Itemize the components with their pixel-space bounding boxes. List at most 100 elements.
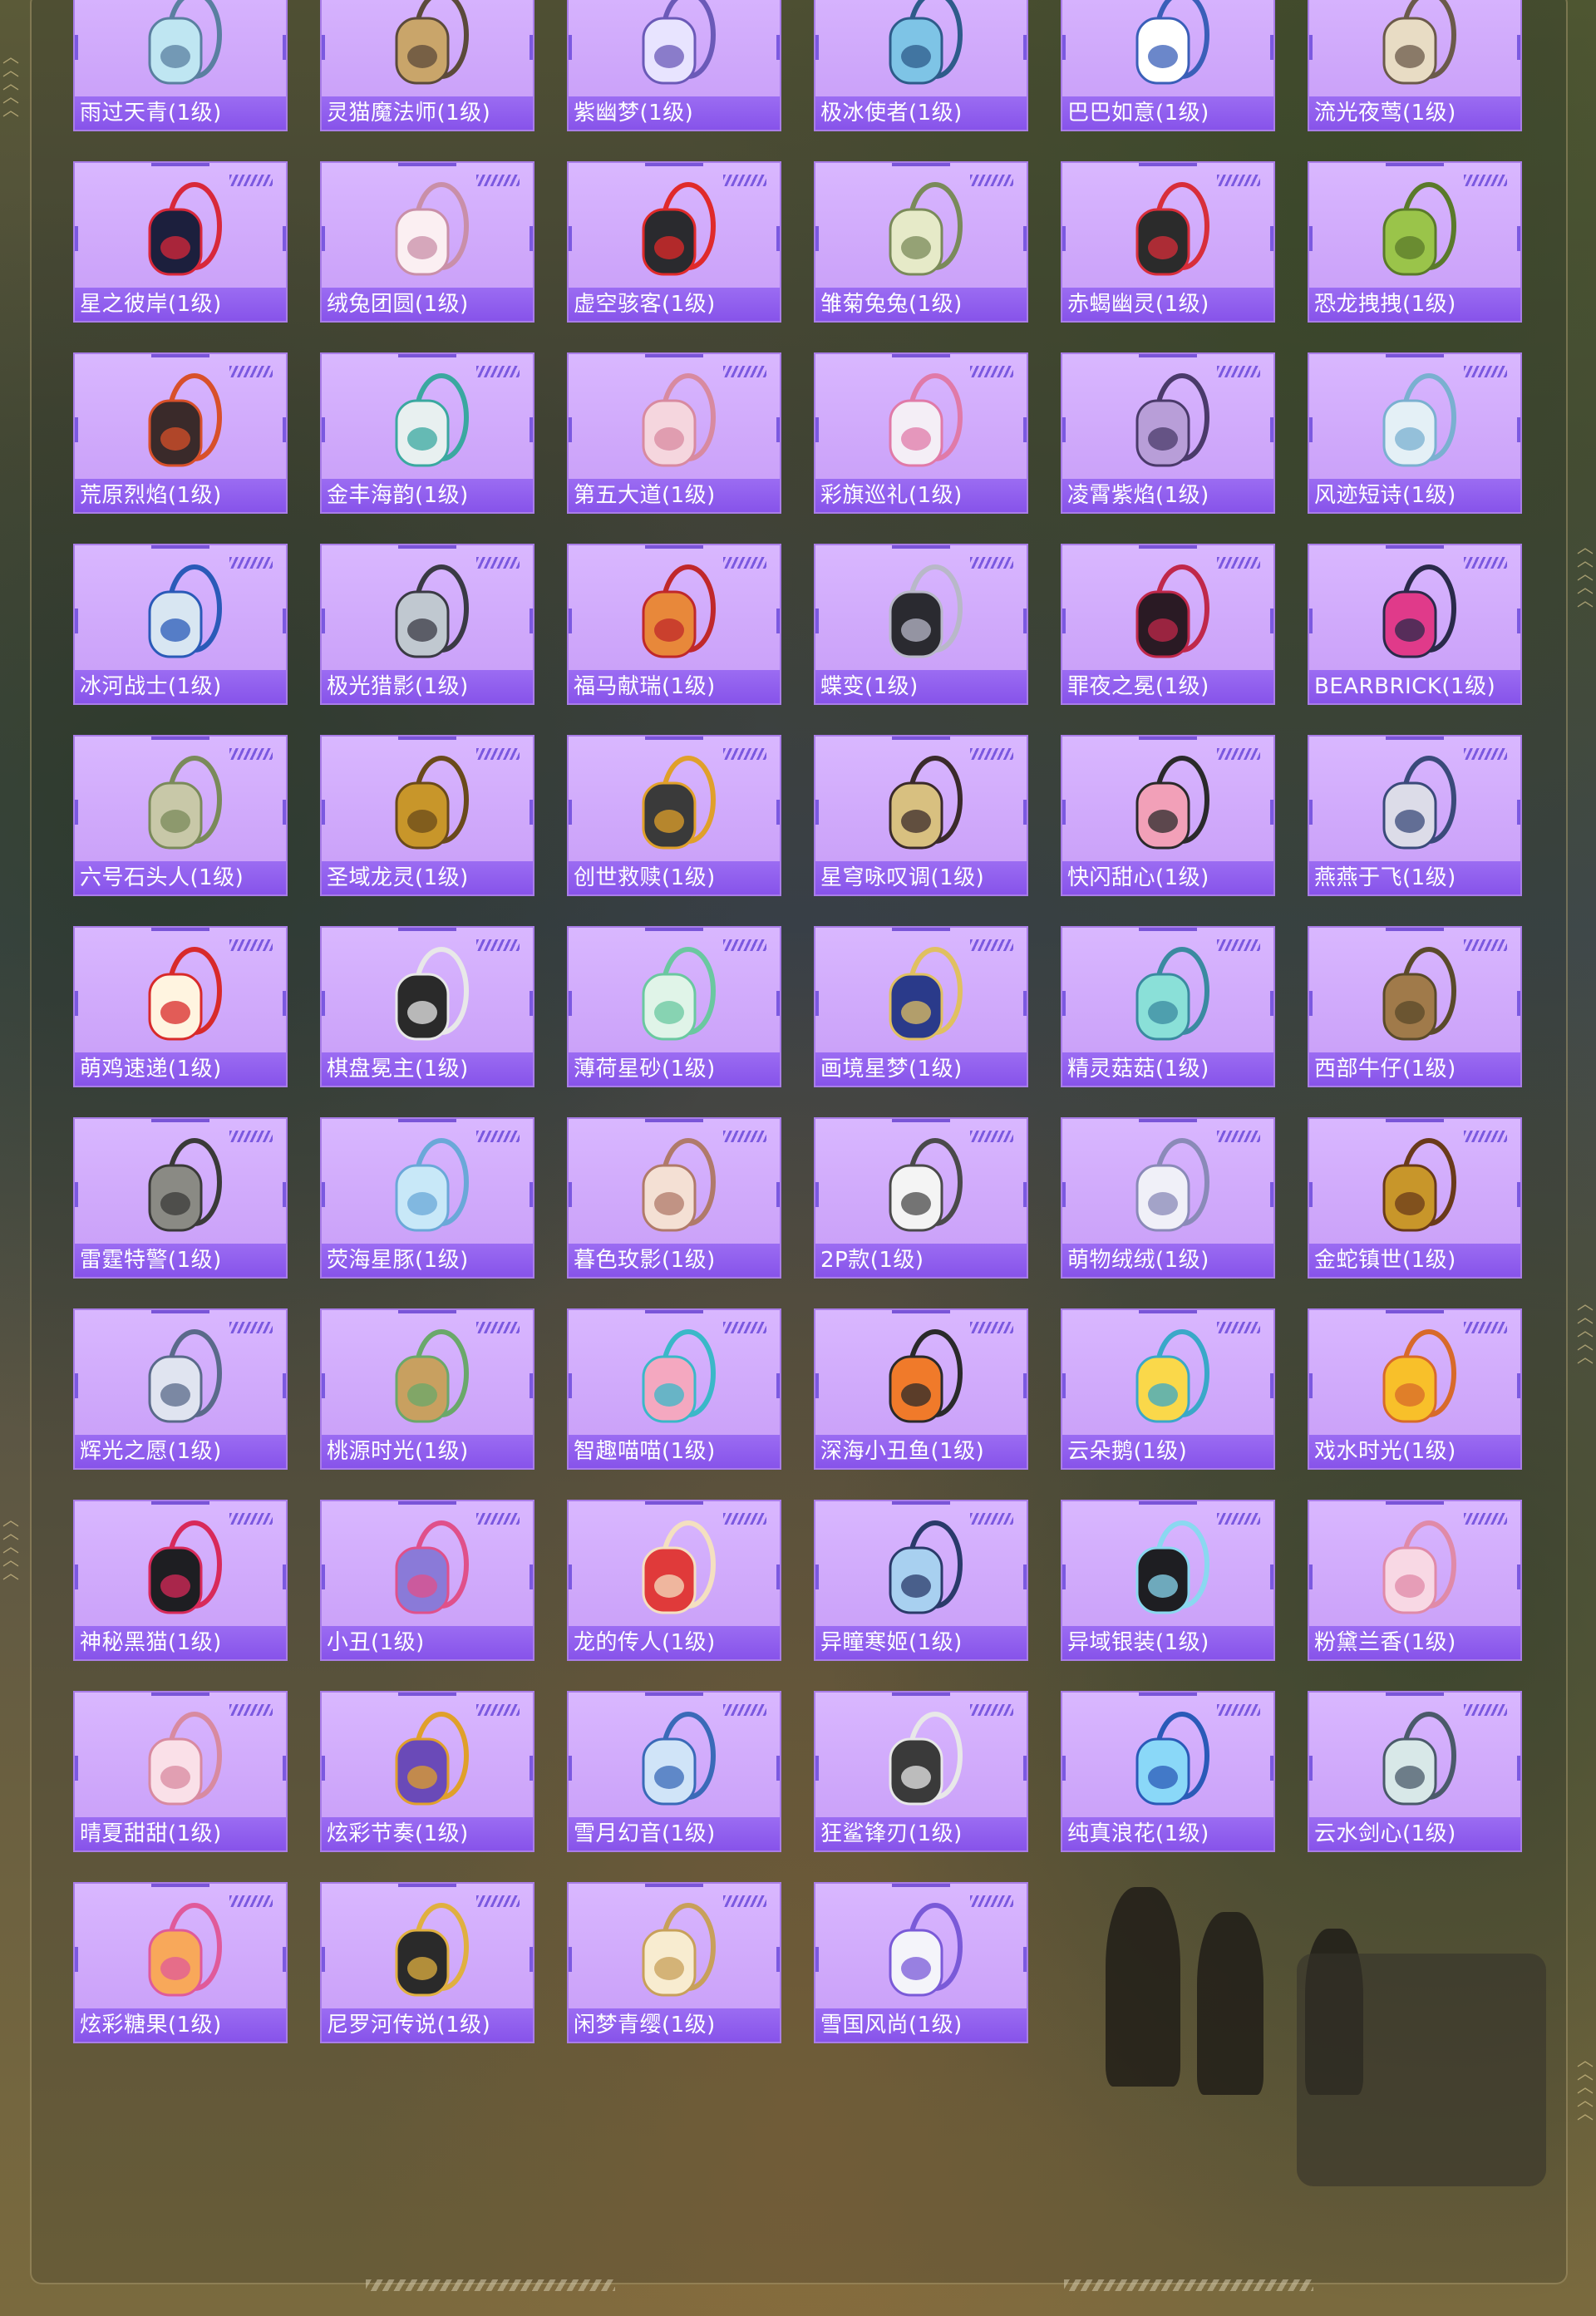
- item-card[interactable]: 萌物绒绒(1级): [1061, 1117, 1275, 1279]
- item-card[interactable]: 福马献瑞(1级): [567, 544, 781, 705]
- item-card[interactable]: 粉黛兰香(1级): [1308, 1500, 1522, 1661]
- item-card[interactable]: 炫彩节奏(1级): [320, 1691, 534, 1852]
- bag-icon: [889, 0, 963, 85]
- item-card[interactable]: 桃源时光(1级): [320, 1308, 534, 1470]
- card-top-accent: [645, 1501, 703, 1505]
- item-name-label: 桃源时光(1级): [322, 1435, 533, 1468]
- item-name-label: 晴夏甜甜(1级): [75, 1817, 286, 1850]
- item-card[interactable]: BEARBRICK(1级): [1308, 544, 1522, 705]
- item-name-label: 福马献瑞(1级): [569, 670, 780, 703]
- item-card[interactable]: 神秘黑猫(1级): [73, 1500, 288, 1661]
- card-stripe-decoration: [229, 1513, 273, 1525]
- item-card[interactable]: 圣域龙灵(1级): [320, 735, 534, 896]
- item-card[interactable]: 冰河战士(1级): [73, 544, 288, 705]
- pocket-shape: [1148, 1383, 1178, 1407]
- item-card[interactable]: 流光夜莺(1级): [1308, 0, 1522, 131]
- item-card[interactable]: 小丑(1级): [320, 1500, 534, 1661]
- card-edge-accent: [1062, 800, 1066, 825]
- item-card[interactable]: 雨过天青(1级): [73, 0, 288, 131]
- item-card[interactable]: 戏水时光(1级): [1308, 1308, 1522, 1470]
- card-edge-accent: [75, 226, 78, 251]
- item-card[interactable]: 创世救赎(1级): [567, 735, 781, 896]
- card-stripe-decoration: [723, 1704, 766, 1716]
- pocket-shape: [901, 1574, 931, 1598]
- item-card[interactable]: 紫幽梦(1级): [567, 0, 781, 131]
- card-edge-accent: [1517, 1565, 1520, 1589]
- item-card[interactable]: 雷霆特警(1级): [73, 1117, 288, 1279]
- card-edge-accent: [1270, 800, 1273, 825]
- item-card[interactable]: 荒原烈焰(1级): [73, 352, 288, 514]
- bag-icon: [1135, 1520, 1209, 1614]
- item-card[interactable]: 2P款(1级): [814, 1117, 1028, 1279]
- item-card[interactable]: 凌霄紫焰(1级): [1061, 352, 1275, 514]
- item-card[interactable]: 异瞳寒姬(1级): [814, 1500, 1028, 1661]
- item-card[interactable]: 炫彩糖果(1级): [73, 1882, 288, 2043]
- item-card[interactable]: 极冰使者(1级): [814, 0, 1028, 131]
- bag-icon: [395, 1903, 469, 1997]
- item-card[interactable]: 赤蝎幽灵(1级): [1061, 161, 1275, 323]
- item-card[interactable]: 快闪甜心(1级): [1061, 735, 1275, 896]
- item-card[interactable]: 龙的传人(1级): [567, 1500, 781, 1661]
- item-card[interactable]: 闲梦青缨(1级): [567, 1882, 781, 2043]
- item-card[interactable]: 金丰海韵(1级): [320, 352, 534, 514]
- item-card[interactable]: 极光猎影(1级): [320, 544, 534, 705]
- item-card[interactable]: 罪夜之冕(1级): [1061, 544, 1275, 705]
- item-card[interactable]: 荧海星豚(1级): [320, 1117, 534, 1279]
- item-card[interactable]: 雪国风尚(1级): [814, 1882, 1028, 2043]
- bag-icon: [889, 1712, 963, 1806]
- bag-icon: [148, 182, 222, 276]
- item-card[interactable]: 智趣喵喵(1级): [567, 1308, 781, 1470]
- item-card[interactable]: 西部牛仔(1级): [1308, 926, 1522, 1087]
- card-edge-accent: [569, 35, 572, 60]
- item-card[interactable]: 画境星梦(1级): [814, 926, 1028, 1087]
- card-edge-accent: [283, 609, 286, 633]
- item-card[interactable]: 第五大道(1级): [567, 352, 781, 514]
- card-stripe-decoration: [1217, 366, 1260, 377]
- item-card[interactable]: 雏菊兔兔(1级): [814, 161, 1028, 323]
- item-card[interactable]: 燕燕于飞(1级): [1308, 735, 1522, 896]
- item-card[interactable]: 星穹咏叹调(1级): [814, 735, 1028, 896]
- item-card[interactable]: 灵猫魔法师(1级): [320, 0, 534, 131]
- item-card[interactable]: 狂鲨锋刃(1级): [814, 1691, 1028, 1852]
- card-top-accent: [1139, 354, 1197, 357]
- item-card[interactable]: 巴巴如意(1级): [1061, 0, 1275, 131]
- item-card[interactable]: 辉光之愿(1级): [73, 1308, 288, 1470]
- item-card[interactable]: 云水剑心(1级): [1308, 1691, 1522, 1852]
- card-stripe-decoration: [476, 939, 520, 951]
- item-name-label: 小丑(1级): [322, 1626, 533, 1659]
- item-card[interactable]: 薄荷星砂(1级): [567, 926, 781, 1087]
- item-card[interactable]: 异域银装(1级): [1061, 1500, 1275, 1661]
- item-card[interactable]: 晴夏甜甜(1级): [73, 1691, 288, 1852]
- item-card[interactable]: 纯真浪花(1级): [1061, 1691, 1275, 1852]
- card-stripe-decoration: [970, 557, 1013, 569]
- card-top-accent: [151, 1501, 209, 1505]
- item-card[interactable]: 深海小丑鱼(1级): [814, 1308, 1028, 1470]
- item-card[interactable]: 彩旗巡礼(1级): [814, 352, 1028, 514]
- item-card[interactable]: 六号石头人(1级): [73, 735, 288, 896]
- item-card[interactable]: 云朵鹅(1级): [1061, 1308, 1275, 1470]
- item-card[interactable]: 雪月幻音(1级): [567, 1691, 781, 1852]
- item-card[interactable]: 星之彼岸(1级): [73, 161, 288, 323]
- card-edge-accent: [1023, 800, 1027, 825]
- item-card[interactable]: 恐龙拽拽(1级): [1308, 161, 1522, 323]
- item-card[interactable]: 精灵菇菇(1级): [1061, 926, 1275, 1087]
- bag-icon: [642, 1329, 716, 1423]
- card-stripe-decoration: [476, 557, 520, 569]
- item-card[interactable]: 暮色玫影(1级): [567, 1117, 781, 1279]
- item-name-label: 荒原烈焰(1级): [75, 479, 286, 512]
- item-card[interactable]: 金蛇镇世(1级): [1308, 1117, 1522, 1279]
- item-card[interactable]: 尼罗河传说(1级): [320, 1882, 534, 2043]
- item-card[interactable]: 虚空骇客(1级): [567, 161, 781, 323]
- card-edge-accent: [1062, 1182, 1066, 1207]
- card-stripe-decoration: [970, 1895, 1013, 1907]
- item-name-label: 极冰使者(1级): [815, 96, 1027, 130]
- pocket-shape: [1395, 810, 1425, 833]
- pocket-shape: [160, 1192, 190, 1215]
- item-card[interactable]: 风迹短诗(1级): [1308, 352, 1522, 514]
- item-card[interactable]: 绒兔团圆(1级): [320, 161, 534, 323]
- card-top-accent: [151, 928, 209, 931]
- item-card[interactable]: 棋盘冕主(1级): [320, 926, 534, 1087]
- item-card[interactable]: 蝶变(1级): [814, 544, 1028, 705]
- item-card[interactable]: 萌鸡速递(1级): [73, 926, 288, 1087]
- item-name-label: 圣域龙灵(1级): [322, 861, 533, 894]
